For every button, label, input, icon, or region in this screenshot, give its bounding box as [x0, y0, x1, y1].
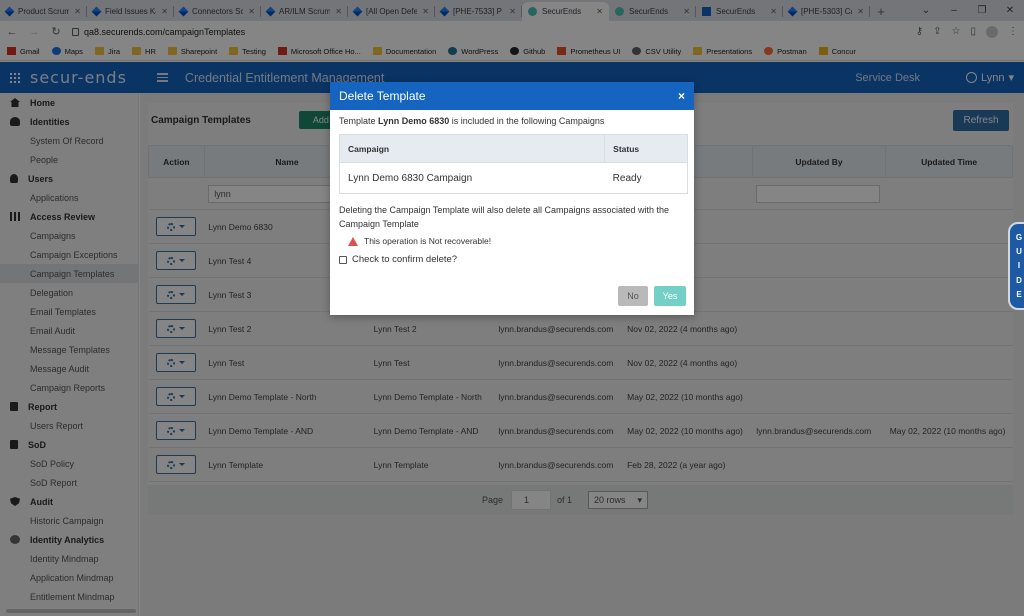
guide-letter: G: [1015, 232, 1023, 242]
dialog-title: Delete Template: [339, 89, 426, 103]
guide-letter: I: [1017, 261, 1021, 271]
checkbox-box[interactable]: [339, 255, 347, 264]
no-button[interactable]: No: [618, 286, 648, 306]
alert-text: This operation is Not recoverable!: [364, 236, 492, 246]
message-suffix: is included in the following Campaigns: [451, 116, 605, 126]
dialog-body: Template Lynn Demo 6830 is included in t…: [330, 110, 694, 265]
campaign-name: Lynn Demo 6830 Campaign: [339, 162, 605, 194]
campaign-column-header: Campaign: [339, 134, 606, 163]
confirm-label: Check to confirm delete?: [352, 254, 458, 265]
campaign-status: Ready: [604, 162, 688, 194]
campaign-row: Lynn Demo 6830 Campaign Ready: [339, 162, 688, 194]
dialog-message: Template Lynn Demo 6830 is included in t…: [339, 116, 686, 126]
not-recoverable-alert: This operation is Not recoverable!: [348, 236, 686, 246]
message-prefix: Template: [339, 116, 376, 126]
status-column-header: Status: [604, 134, 688, 163]
template-name: Lynn Demo 6830: [378, 116, 450, 126]
confirm-delete-checkbox[interactable]: Check to confirm delete?: [339, 254, 686, 265]
campaigns-header-row: Campaign Status: [339, 134, 688, 163]
guide-letter: E: [1016, 290, 1022, 300]
guide-letter: U: [1016, 247, 1022, 257]
delete-template-dialog: Delete Template × Template Lynn Demo 683…: [330, 82, 694, 315]
guide-letter: D: [1016, 275, 1022, 285]
yes-button[interactable]: Yes: [654, 286, 686, 306]
campaigns-table: Campaign Status Lynn Demo 6830 Campaign …: [339, 134, 688, 194]
guide-tab[interactable]: GUIDE: [1008, 222, 1024, 310]
delete-warning-text: Deleting the Campaign Template will also…: [339, 205, 670, 229]
warning-triangle-icon: [348, 236, 358, 246]
close-icon[interactable]: ×: [678, 89, 685, 103]
dialog-footer: No Yes: [618, 286, 686, 306]
dialog-header: Delete Template ×: [330, 82, 694, 110]
